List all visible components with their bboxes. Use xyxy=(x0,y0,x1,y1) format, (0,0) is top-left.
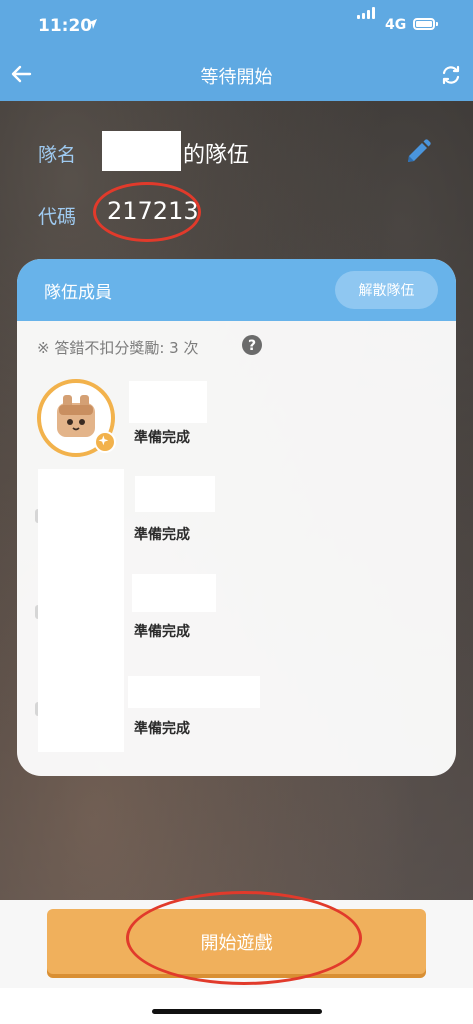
location-arrow-icon xyxy=(87,19,97,29)
question-circle-icon[interactable]: ? xyxy=(242,335,262,355)
member-name-redacted xyxy=(135,476,215,512)
sparkle-badge-icon xyxy=(94,431,116,453)
battery-icon xyxy=(413,18,438,30)
member-name-redacted xyxy=(128,676,260,708)
page-title: 等待開始 xyxy=(200,67,273,88)
status-time: 11:20 xyxy=(38,16,93,36)
team-name-suffix: 的隊伍 xyxy=(183,143,250,168)
team-code-label: 代碼 xyxy=(38,206,77,228)
refresh-icon[interactable] xyxy=(440,64,462,86)
member-status: 準備完成 xyxy=(134,430,190,446)
team-name-redacted xyxy=(102,131,181,171)
network-type: 4G xyxy=(385,17,407,33)
member-status: 準備完成 xyxy=(134,624,190,640)
card-title: 隊伍成員 xyxy=(44,283,112,303)
member-name-redacted xyxy=(129,381,207,423)
pencil-icon[interactable] xyxy=(404,138,432,166)
annotation-circle-start xyxy=(126,891,362,985)
member-name-redacted xyxy=(132,574,216,612)
bonus-text: ※ 答錯不扣分獎勵: 3 次 xyxy=(37,339,199,357)
svg-text:?: ? xyxy=(248,338,256,354)
card-header: 隊伍成員 解散隊伍 xyxy=(17,259,456,321)
team-members-card: 隊伍成員 解散隊伍 ※ 答錯不扣分獎勵: 3 次 ? 準備完成 準備完成 準備完… xyxy=(17,259,456,776)
team-name-label: 隊名 xyxy=(38,144,77,166)
home-indicator xyxy=(152,1009,322,1014)
member-status: 準備完成 xyxy=(134,721,190,737)
disband-team-button[interactable]: 解散隊伍 xyxy=(335,271,438,309)
avatar-redacted xyxy=(38,469,124,752)
member-status: 準備完成 xyxy=(134,527,190,543)
annotation-circle-code xyxy=(93,182,201,242)
top-header: 11:20 4G 等待開始 xyxy=(0,0,473,101)
